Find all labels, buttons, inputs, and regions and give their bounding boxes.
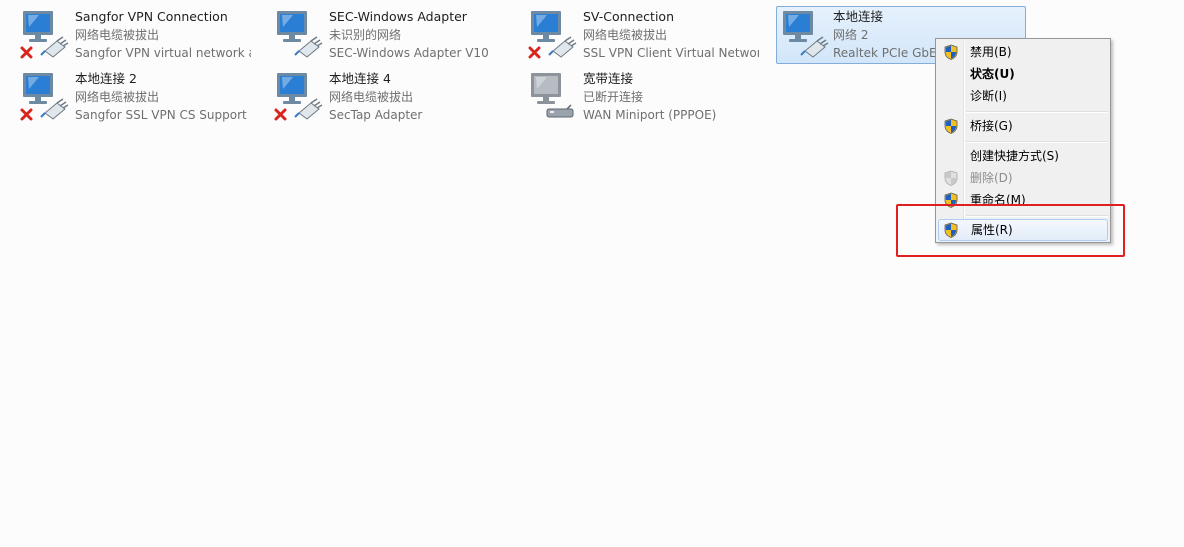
connection-device: Sangfor VPN virtual network a... bbox=[75, 46, 251, 60]
connection-name: SV-Connection bbox=[583, 9, 674, 24]
connection-sangfor-vpn[interactable]: Sangfor VPN Connection 网络电缆被拔出 Sangfor V… bbox=[4, 6, 254, 64]
connection-local-area-2[interactable]: 本地连接 2 网络电缆被拔出 Sangfor SSL VPN CS Suppor… bbox=[4, 68, 254, 126]
network-connected-icon bbox=[273, 9, 323, 63]
network-disconnected-icon bbox=[273, 71, 323, 125]
connection-status: 网络电缆被拔出 bbox=[329, 90, 414, 104]
connection-status: 网络电缆被拔出 bbox=[583, 28, 668, 42]
connection-device: SSL VPN Client Virtual Networ... bbox=[583, 46, 759, 60]
connection-name: 本地连接 bbox=[833, 9, 884, 24]
connection-name: 本地连接 2 bbox=[75, 71, 137, 86]
menu-separator bbox=[966, 111, 1108, 113]
uac-shield-icon bbox=[943, 118, 959, 134]
uac-shield-icon bbox=[943, 170, 959, 186]
connection-sec-windows-adapter[interactable]: SEC-Windows Adapter 未识别的网络 SEC-Windows A… bbox=[258, 6, 508, 64]
connection-sv-connection[interactable]: SV-Connection 网络电缆被拔出 SSL VPN Client Vir… bbox=[512, 6, 762, 64]
menu-item-diagnose[interactable]: 诊断(I) bbox=[938, 85, 1108, 107]
broadband-disconnected-icon bbox=[527, 71, 577, 125]
highlight-annotation bbox=[896, 204, 1125, 257]
menu-item-create-shortcut[interactable]: 创建快捷方式(S) bbox=[938, 145, 1108, 167]
menu-separator bbox=[966, 141, 1108, 143]
menu-item-label: 诊断(I) bbox=[970, 89, 1007, 103]
network-disconnected-icon bbox=[527, 9, 577, 63]
menu-item-bridge[interactable]: 桥接(G) bbox=[938, 115, 1108, 137]
connection-status: 网络电缆被拔出 bbox=[75, 90, 160, 104]
connection-name: Sangfor VPN Connection bbox=[75, 9, 228, 24]
connection-status: 网络电缆被拔出 bbox=[75, 28, 160, 42]
menu-item-label: 禁用(B) bbox=[970, 45, 1012, 59]
menu-item-label: 删除(D) bbox=[970, 171, 1013, 185]
menu-item-label: 状态(U) bbox=[970, 67, 1015, 81]
network-disconnected-icon bbox=[19, 9, 69, 63]
connection-broadband[interactable]: 宽带连接 已断开连接 WAN Miniport (PPPOE) bbox=[512, 68, 762, 126]
menu-item-delete: 删除(D) bbox=[938, 167, 1108, 189]
menu-item-disable[interactable]: 禁用(B) bbox=[938, 41, 1108, 63]
connection-status: 未识别的网络 bbox=[329, 28, 402, 42]
connection-status: 已断开连接 bbox=[583, 90, 644, 104]
connection-name: 宽带连接 bbox=[583, 71, 634, 86]
connection-device: SecTap Adapter bbox=[329, 108, 423, 122]
connection-name: 本地连接 4 bbox=[329, 71, 391, 86]
menu-item-label: 创建快捷方式(S) bbox=[970, 149, 1059, 163]
network-connected-icon bbox=[779, 9, 829, 63]
connection-name: SEC-Windows Adapter bbox=[329, 9, 467, 24]
connection-device: WAN Miniport (PPPOE) bbox=[583, 108, 717, 122]
network-disconnected-icon bbox=[19, 71, 69, 125]
connection-device: Sangfor SSL VPN CS Support ... bbox=[75, 108, 251, 122]
uac-shield-icon bbox=[943, 44, 959, 60]
menu-item-label: 桥接(G) bbox=[970, 119, 1013, 133]
connection-device: SEC-Windows Adapter V10 bbox=[329, 46, 489, 60]
connection-local-area-4[interactable]: 本地连接 4 网络电缆被拔出 SecTap Adapter bbox=[258, 68, 508, 126]
menu-item-status[interactable]: 状态(U) bbox=[938, 63, 1108, 85]
